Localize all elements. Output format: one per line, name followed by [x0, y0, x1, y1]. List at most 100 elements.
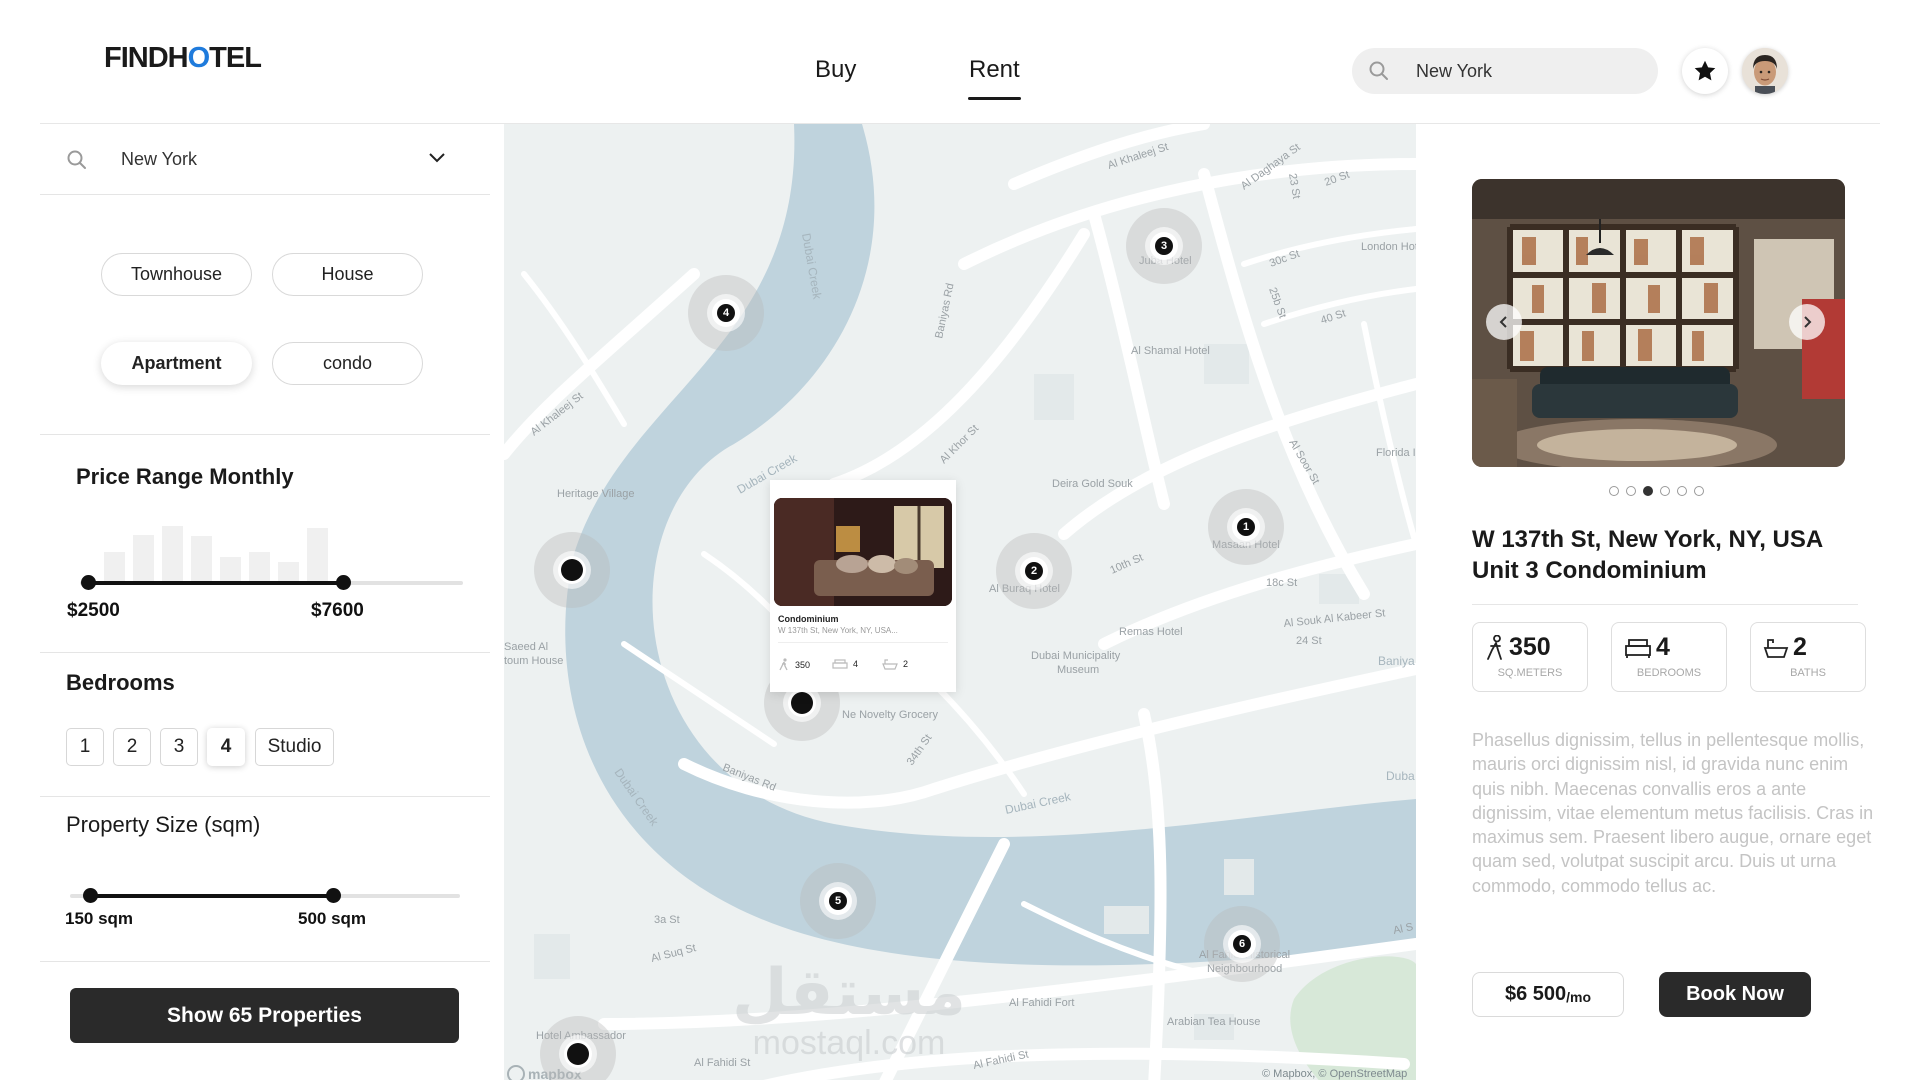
- filter-divider: [40, 961, 490, 962]
- star-icon: [1694, 60, 1716, 81]
- listing-price: $6 500/mo: [1472, 972, 1624, 1017]
- type-chip-apartment[interactable]: Apartment: [101, 342, 252, 385]
- popup-bedrooms-stat: 4: [832, 658, 858, 670]
- map-cluster-marker[interactable]: 2: [996, 533, 1072, 609]
- map-property-popup[interactable]: Condominium W 137th St, New York, NY, US…: [770, 480, 956, 692]
- watermark-arabic: مستقل: [732, 956, 966, 1030]
- filter-divider: [40, 194, 490, 195]
- listing-photo-gallery[interactable]: [1472, 179, 1845, 467]
- nav-buy[interactable]: Buy: [815, 56, 856, 84]
- bedroom-option-1[interactable]: 1: [66, 728, 104, 766]
- marker-dot: [567, 1043, 589, 1065]
- type-chip-townhouse[interactable]: Townhouse: [101, 253, 252, 296]
- bed-icon: [832, 659, 848, 669]
- area-label: SQ.METERS: [1497, 667, 1563, 679]
- map-label: 10th St: [1108, 552, 1145, 577]
- map-property-marker[interactable]: [534, 532, 610, 608]
- map-label: 34th St: [905, 732, 935, 767]
- map-label: Baniya: [1378, 654, 1415, 668]
- baths-label: BATHS: [1790, 667, 1826, 679]
- filter-divider: [40, 796, 490, 797]
- cluster-count: 4: [717, 304, 735, 322]
- map-label: Florida I: [1376, 447, 1416, 459]
- header-search[interactable]: [1352, 48, 1658, 94]
- map-label: Al Souk Al Kabeer St: [1283, 607, 1386, 630]
- map-label: Saeed Al: [504, 641, 548, 653]
- nav-rent[interactable]: Rent: [968, 56, 1021, 100]
- logo-text-left: FINDH: [104, 42, 189, 74]
- listing-unit: Unit 3 Condominium: [1472, 557, 1707, 584]
- map-attribution[interactable]: © Mapbox, © OpenStreetMap: [1262, 1068, 1407, 1080]
- price-value: $6 500: [1504, 983, 1567, 1005]
- price-unit: /mo: [1566, 989, 1592, 1005]
- bedroom-option-3[interactable]: 3: [160, 728, 198, 766]
- chevron-right-icon: [1804, 316, 1812, 328]
- cluster-count: 3: [1155, 237, 1173, 255]
- gallery-dot[interactable]: [1609, 486, 1619, 496]
- map-cluster-marker[interactable]: 1: [1208, 489, 1284, 565]
- size-slider-max-handle[interactable]: [326, 888, 341, 903]
- map-label: Al Shamal Hotel: [1131, 345, 1210, 357]
- findhotel-logo[interactable]: FINDHOTEL: [104, 42, 262, 75]
- gallery-dot[interactable]: [1643, 486, 1653, 496]
- type-chip-condo[interactable]: condo: [272, 342, 423, 385]
- gallery-dot[interactable]: [1660, 486, 1670, 496]
- histogram-bar: [104, 552, 125, 582]
- location-dropdown[interactable]: New York: [40, 124, 490, 194]
- user-avatar[interactable]: [1742, 48, 1788, 94]
- price-slider-max-handle[interactable]: [336, 575, 351, 590]
- map-label: Dubai Municipality: [1031, 650, 1121, 662]
- gallery-dot[interactable]: [1626, 486, 1636, 496]
- bedroom-option-2[interactable]: 2: [113, 728, 151, 766]
- map-label: Ne Novelty Grocery: [842, 709, 938, 721]
- map-label: Al Khor St: [938, 423, 982, 467]
- gallery-dot[interactable]: [1677, 486, 1687, 496]
- size-slider-range: [89, 894, 335, 898]
- book-now-button[interactable]: Book Now: [1659, 972, 1811, 1017]
- map-cluster-marker[interactable]: 4: [688, 275, 764, 351]
- gallery-pagination: [1609, 486, 1704, 496]
- location-value: New York: [121, 149, 198, 169]
- watermark-url: mostaql.com: [753, 1024, 946, 1062]
- gallery-prev-button[interactable]: [1486, 304, 1522, 340]
- map-label: 40 St: [1319, 308, 1347, 327]
- bedroom-option-4[interactable]: 4: [207, 728, 245, 766]
- map-label: Deira Gold Souk: [1052, 478, 1133, 490]
- price-slider-range: [89, 581, 343, 585]
- type-chip-house[interactable]: House: [272, 253, 423, 296]
- map-label: 25b St: [1266, 286, 1288, 320]
- map-view[interactable]: Al Khaleej St Al Khaleej St Al Daghaya S…: [504, 124, 1416, 1080]
- bathtub-icon: [882, 659, 898, 670]
- histogram-bar: [191, 536, 212, 582]
- popup-area-stat: 350: [778, 658, 810, 672]
- bedrooms-title: Bedrooms: [66, 670, 175, 695]
- listing-description: Phasellus dignissim, tellus in pellentes…: [1472, 730, 1874, 896]
- bed-icon: [1625, 638, 1651, 658]
- map-label: Al Fahidi St: [694, 1057, 750, 1069]
- popup-property-photo: [774, 498, 952, 606]
- findhotel-app: FINDHOTEL Buy Rent New York Townhouse Ho…: [0, 0, 1920, 1080]
- bedroom-option-studio[interactable]: Studio: [255, 728, 334, 766]
- size-slider-min-handle[interactable]: [83, 888, 98, 903]
- header-search-input[interactable]: [1416, 58, 1636, 84]
- filter-divider: [40, 652, 490, 653]
- favorites-button[interactable]: [1682, 48, 1728, 94]
- map-label: Remas Hotel: [1119, 626, 1183, 638]
- cluster-count: 2: [1025, 562, 1043, 580]
- filter-divider: [40, 434, 490, 435]
- bathtub-icon: [1763, 638, 1789, 658]
- histogram-bar: [278, 562, 299, 582]
- gallery-dot[interactable]: [1694, 486, 1704, 496]
- show-properties-button[interactable]: Show 65 Properties: [70, 988, 459, 1043]
- price-slider-min-handle[interactable]: [81, 575, 96, 590]
- map-cluster-marker[interactable]: 5: [800, 863, 876, 939]
- map-cluster-marker[interactable]: 6: [1204, 906, 1280, 982]
- gallery-next-button[interactable]: [1789, 304, 1825, 340]
- map-cluster-marker[interactable]: 3: [1126, 208, 1202, 284]
- popup-divider: [778, 642, 948, 643]
- histogram-bar: [220, 557, 241, 582]
- popup-property-address: W 137th St, New York, NY, USA...: [778, 626, 898, 635]
- map-label: Dubai Creek: [1004, 789, 1073, 817]
- chevron-down-icon[interactable]: [428, 152, 446, 164]
- price-range-title: Price Range Monthly: [76, 464, 294, 489]
